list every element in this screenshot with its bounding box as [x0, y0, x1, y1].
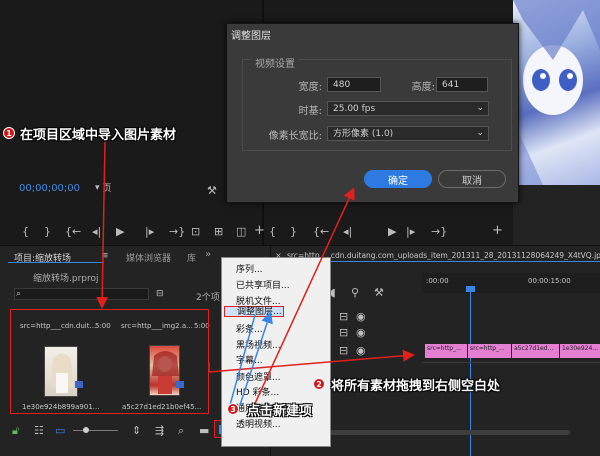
premiere-workspace: 00;00;00;00 ▾ 页 ⚒ { } {← ◂| ▶ |▸ →} ⊡ ⊞ … — [0, 0, 600, 456]
step1-annotation: 在项目区域中导入图片素材 — [20, 128, 177, 143]
step2-number: 2 — [313, 378, 325, 390]
step3-number: 3 — [227, 403, 239, 415]
step1-number: 1 — [3, 127, 15, 139]
step3-annotation: 点击新建项 — [247, 404, 313, 419]
step2-annotation: 将所有素材拖拽到右侧空白处 — [331, 379, 501, 394]
annotation-arrows — [96, 141, 415, 411]
